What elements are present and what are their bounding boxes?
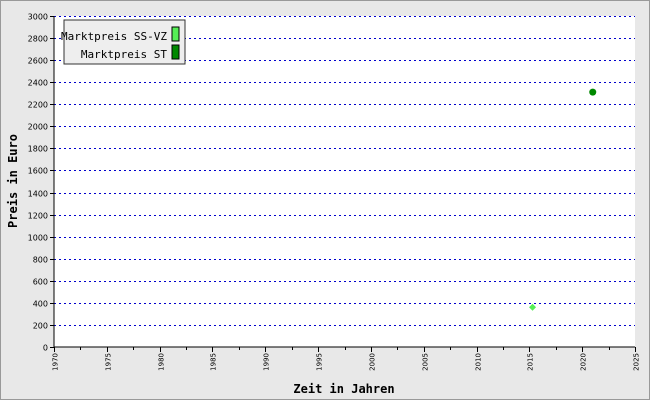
y-tick-label-200: 200	[33, 322, 48, 331]
plot-area	[54, 16, 635, 347]
y-tick-label-1800: 1800	[28, 145, 48, 154]
chart-svg: 0 200 400 600 800 1000 1200 1400 1600 1800 2000 220…	[0, 0, 650, 400]
legend-swatch-st	[171, 44, 180, 60]
x-tick-label-2000: 2000	[369, 353, 377, 371]
legend: Marktpreis SS-VZ Marktpreis ST	[61, 19, 186, 65]
y-tick-label-1600: 1600	[28, 167, 48, 176]
x-tick-label-2010: 2010	[475, 353, 483, 371]
x-tick-label-2025: 2025	[633, 353, 641, 371]
x-tick-label-1975: 1975	[105, 353, 113, 371]
y-tick-label-2600: 2600	[28, 57, 48, 66]
y-tick-label-2400: 2400	[28, 79, 48, 88]
y-tick-label-1400: 1400	[28, 190, 48, 199]
x-tick-label-2015: 2015	[527, 353, 535, 371]
x-tick-label-1980: 1980	[158, 353, 166, 371]
y-tick-label-2200: 2200	[28, 101, 48, 110]
x-tick-label-1985: 1985	[210, 353, 218, 371]
legend-label-st: Marktpreis ST	[81, 48, 167, 61]
x-tick-label-1970: 1970	[52, 353, 60, 371]
x-tick-label-2020: 2020	[580, 353, 588, 371]
y-tick-label-2000: 2000	[28, 123, 48, 132]
y-axis-title: Preis in Euro	[6, 134, 20, 228]
y-tick-label-600: 600	[33, 278, 48, 287]
y-tick-label-1000: 1000	[28, 234, 48, 243]
x-tick-label-1995: 1995	[316, 353, 324, 371]
y-tick-label-1200: 1200	[28, 212, 48, 221]
y-tick-label-0: 0	[43, 344, 48, 353]
legend-swatch-ss-vz	[171, 26, 180, 42]
y-tick-label-2800: 2800	[28, 35, 48, 44]
y-tick-label-800: 800	[33, 256, 48, 265]
y-tick-label-3000: 3000	[28, 13, 48, 22]
x-axis-title: Zeit in Jahren	[293, 382, 394, 396]
data-point-st-0	[589, 88, 597, 96]
x-tick-label-2005: 2005	[422, 353, 430, 371]
legend-label-ss-vz: Marktpreis SS-VZ	[61, 30, 167, 43]
y-tick-label-400: 400	[33, 300, 48, 309]
x-tick-label-1990: 1990	[263, 353, 271, 371]
chart: 0 200 400 600 800 1000 1200 1400 1600 1800 2000 220…	[0, 0, 650, 400]
